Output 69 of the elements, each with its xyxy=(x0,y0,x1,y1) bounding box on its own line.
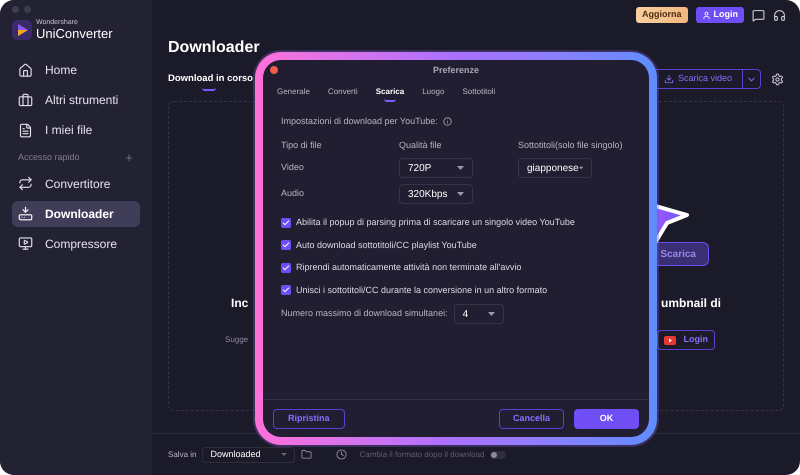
empty-heading: Inc xyxy=(231,295,248,312)
sidebar-item[interactable]: Compressore xyxy=(12,230,140,256)
subtitle-select[interactable]: giapponese xyxy=(518,158,592,178)
download-icon xyxy=(664,74,674,84)
folder-select[interactable]: Downloaded xyxy=(202,446,296,462)
settings-icon[interactable] xyxy=(771,72,784,86)
option-label: Riprendi automaticamente attività non terminate all'avvio xyxy=(296,261,522,274)
convert-icon xyxy=(18,176,33,191)
clock-icon[interactable] xyxy=(336,449,348,460)
checkbox[interactable] xyxy=(281,218,291,228)
upgrade-button[interactable]: Aggiorna xyxy=(636,7,688,23)
sidebar-item[interactable]: Home xyxy=(12,57,140,83)
add-icon[interactable] xyxy=(124,152,134,163)
max-downloads-label: Numero massimo di download simultanei: xyxy=(281,307,448,320)
column-heading: Tipo di file xyxy=(281,138,323,152)
sidebar-item[interactable]: Convertitore xyxy=(12,170,140,196)
column-heading: Qualità file xyxy=(399,138,443,152)
ok-button[interactable]: OK xyxy=(574,408,639,428)
file-icon xyxy=(18,122,33,138)
column-heading: Sottotitoli(solo file singolo) xyxy=(518,138,624,152)
caret-icon xyxy=(457,192,464,196)
convert-label: Cambia il formato dopo il download xyxy=(359,448,484,460)
dialog-title: Preferenze xyxy=(432,64,480,78)
option-label: Unisci i sottotitoli/CC durante la conversione in un altro formato xyxy=(296,284,548,296)
dialog-tab[interactable]: Luogo xyxy=(422,86,444,98)
checkbox[interactable] xyxy=(281,240,291,250)
max-downloads-select[interactable]: 4 xyxy=(454,304,504,324)
hint-text: Sugge xyxy=(225,334,248,346)
dialog-tab[interactable]: Sottotitoli xyxy=(462,86,496,98)
section-heading: Impostazioni di download per YouTube: xyxy=(281,115,438,128)
page-title: Downloader xyxy=(168,40,261,56)
reset-button[interactable]: Ripristina xyxy=(273,408,345,428)
brand-name: UniConverter xyxy=(36,27,113,40)
cancel-button[interactable]: Cancella xyxy=(499,408,564,428)
download-icon xyxy=(18,206,33,221)
row-label: Audio xyxy=(281,187,306,200)
checkbox[interactable] xyxy=(281,285,291,296)
chat-icon[interactable] xyxy=(752,8,765,22)
toolbox-icon xyxy=(18,92,33,108)
option-label: Abilita il popup di parsing prima di scaricare un singolo video YouTube xyxy=(296,216,575,229)
user-icon xyxy=(702,10,710,20)
login-button[interactable]: Login xyxy=(696,7,744,23)
sidebar-item[interactable]: Downloader xyxy=(12,200,140,226)
sidebar-item[interactable]: I miei file xyxy=(12,117,140,143)
option-label: Auto download sottotitoli/CC playlist YouTube xyxy=(296,238,477,252)
quality-select[interactable]: 320Kbps xyxy=(399,184,473,204)
caret-icon xyxy=(578,166,583,170)
folder-icon[interactable] xyxy=(301,449,312,460)
dialog-tab[interactable]: Generale xyxy=(277,86,310,98)
checkbox[interactable] xyxy=(281,262,291,273)
close-button[interactable] xyxy=(270,66,278,74)
home-icon xyxy=(18,62,33,78)
logo-icon xyxy=(12,20,32,40)
info-icon[interactable] xyxy=(442,117,452,126)
row-label: Video xyxy=(281,161,305,174)
save-label: Salva in xyxy=(168,448,196,460)
quality-select[interactable]: 720P xyxy=(399,158,473,178)
caret-icon xyxy=(488,312,495,316)
sidebar-item[interactable]: Altri strumenti xyxy=(12,87,140,113)
tab[interactable]: Download in corso xyxy=(168,72,253,92)
headset-icon[interactable] xyxy=(773,8,786,22)
empty-heading: umbnail di xyxy=(661,295,721,312)
video-icon xyxy=(18,236,33,251)
section-label: Accesso rapido xyxy=(18,151,80,164)
convert-toggle[interactable] xyxy=(490,450,506,458)
caret-icon xyxy=(281,453,288,456)
youtube-icon xyxy=(664,336,676,344)
caret-icon xyxy=(457,166,464,170)
dialog-tab[interactable]: Converti xyxy=(328,86,358,98)
